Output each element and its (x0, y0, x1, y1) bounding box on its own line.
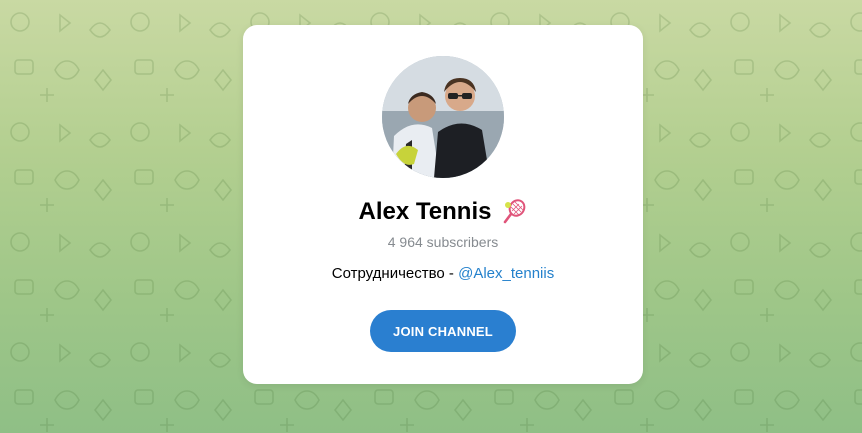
description-text: Сотрудничество - (331, 265, 459, 282)
channel-card: Alex Tennis 4 964 subscribers Сотрудниче… (243, 25, 643, 384)
join-channel-button[interactable]: JOIN CHANNEL (370, 310, 516, 352)
tennis-racket-icon (504, 199, 526, 224)
avatar-photo (382, 56, 504, 178)
channel-description: Сотрудничество - @Alex_tenniis (243, 265, 643, 282)
subscriber-count: 4 964 subscribers (387, 234, 499, 250)
channel-avatar[interactable] (382, 56, 504, 178)
channel-title-row: Alex Tennis (243, 195, 643, 229)
description-link[interactable]: @Alex_tenniis (458, 265, 554, 282)
channel-title: Alex Tennis (358, 198, 492, 225)
